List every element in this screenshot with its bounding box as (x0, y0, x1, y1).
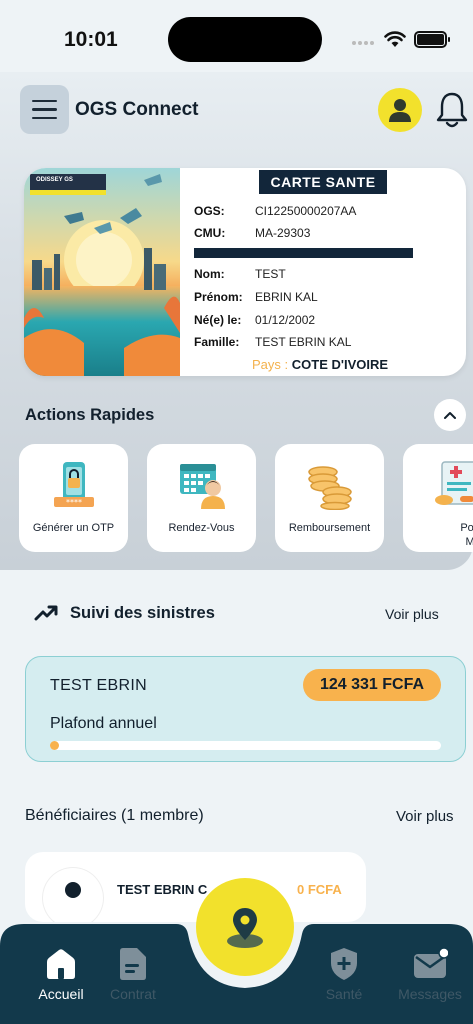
sinistre-amount-badge: 124 331 FCFA (303, 669, 441, 701)
quick-actions: **** Générer un OTP Rendez-Vous Rembours… (19, 444, 473, 552)
menu-icon (32, 99, 57, 103)
app-title: OGS Connect (75, 99, 199, 120)
document-icon (120, 948, 146, 980)
action-remboursement-label: Remboursement (288, 522, 371, 534)
trending-up-icon (34, 605, 58, 621)
chevron-up-icon (444, 412, 456, 419)
plafond-progress (50, 741, 441, 750)
beneficiary-card[interactable]: TEST EBRIN C 0 FCFA (25, 852, 366, 922)
status-time: 10:01 (64, 28, 118, 51)
nav-accueil[interactable]: Accueil (21, 946, 101, 1002)
beneficiary-name: TEST EBRIN C (117, 882, 208, 897)
sinistre-card[interactable]: TEST EBRIN 124 331 FCFA Plafond annuel (25, 656, 466, 762)
beneficiaires-voir-plus[interactable]: Voir plus (396, 808, 454, 825)
card-illustration (24, 168, 180, 376)
plafond-progress-fill (50, 741, 59, 750)
actions-title: Actions Rapides (25, 406, 155, 424)
home-icon (47, 949, 75, 979)
phone-lock-icon: **** (53, 462, 94, 507)
signal-icon (352, 41, 374, 45)
nav-sante[interactable]: Santé (304, 946, 384, 1002)
sinistres-voir-plus[interactable]: Voir plus (385, 606, 439, 622)
beneficiary-amount: 0 FCFA (297, 882, 342, 897)
action-posologie-label2: Médical (465, 536, 473, 548)
action-remboursement[interactable]: Remboursement (275, 444, 384, 552)
dynamic-island (168, 17, 322, 62)
beneficiary-avatar (43, 868, 103, 922)
action-posologie-label: Posologie (460, 522, 473, 534)
wifi-icon (384, 31, 406, 47)
nav-contrat-label: Contrat (110, 986, 156, 1002)
nav-contrat[interactable]: Contrat (93, 946, 173, 1002)
nav-sante-label: Santé (325, 986, 363, 1002)
action-rendezvous[interactable]: Rendez-Vous (147, 444, 256, 552)
card-brand-strip (30, 190, 106, 195)
profile-button[interactable] (378, 88, 422, 132)
beneficiaires-title: Bénéficiaires (1 membre) (25, 807, 204, 824)
card-barcode-strip (194, 248, 413, 258)
location-fab[interactable] (196, 878, 294, 976)
mail-icon (414, 947, 448, 978)
field-naissance: Né(e) le: 01/12/2002 (194, 313, 316, 327)
plafond-label: Plafond annuel (50, 715, 157, 732)
sinistre-name: TEST EBRIN (50, 677, 147, 694)
health-card[interactable]: ODISSEY GS CARTE SANTE OGS: CI12250000207… (24, 168, 466, 376)
svg-text:****: **** (66, 498, 82, 507)
action-posologie[interactable]: Posologie Médical (403, 444, 473, 552)
user-icon (389, 99, 411, 122)
prescription-icon (435, 461, 473, 505)
field-prenom: Prénom: EBRIN KAL (194, 290, 318, 304)
card-title: CARTE SANTE (259, 170, 387, 194)
field-cmu: CMU: MA-29303 (194, 226, 311, 240)
nav-accueil-label: Accueil (38, 986, 84, 1002)
sinistres-header: Suivi des sinistres Voir plus (34, 600, 454, 630)
collapse-actions-button[interactable] (434, 399, 466, 431)
bell-icon[interactable] (434, 90, 470, 130)
action-otp-label: Générer un OTP (32, 522, 115, 534)
calendar-doctor-icon (179, 464, 225, 509)
field-pays: Pays : COTE D'IVOIRE (252, 357, 389, 372)
app-header: OGS Connect (20, 85, 470, 135)
action-otp[interactable]: **** Générer un OTP (19, 444, 128, 552)
card-brand-text: ODISSEY GS (36, 177, 73, 183)
location-pin-icon (227, 908, 263, 948)
shield-plus-icon (331, 948, 357, 980)
field-nom: Nom: TEST (194, 267, 286, 281)
coins-icon (307, 466, 352, 510)
menu-button[interactable] (20, 85, 69, 134)
nav-messages[interactable]: Messages (390, 946, 470, 1002)
battery-icon (414, 31, 450, 48)
nav-messages-label: Messages (398, 986, 462, 1002)
field-famille: Famille: TEST EBRIN KAL (194, 335, 352, 349)
status-bar: 10:01 (0, 0, 473, 72)
sinistres-title: Suivi des sinistres (70, 604, 215, 622)
action-rendezvous-label: Rendez-Vous (168, 522, 235, 534)
field-ogs: OGS: CI12250000207AA (194, 204, 357, 218)
